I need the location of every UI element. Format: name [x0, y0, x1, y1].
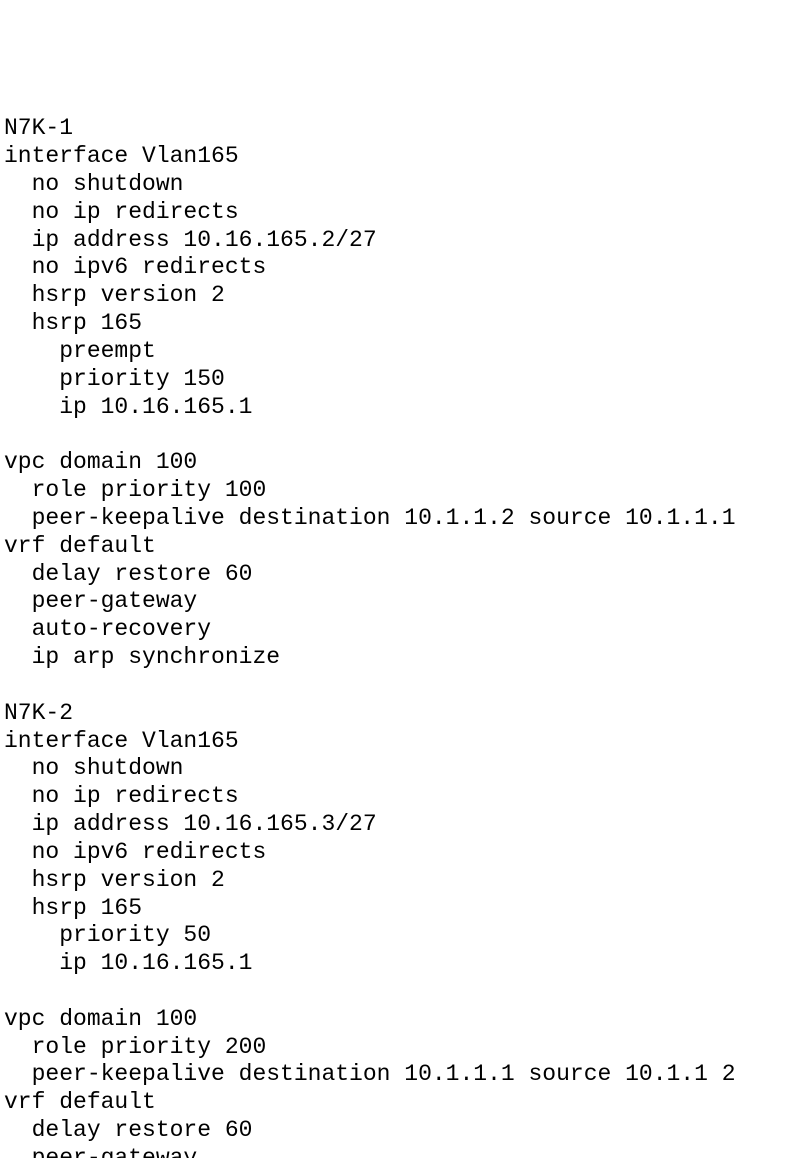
cli-config-block: N7K-1 interface Vlan165 no shutdown no i… — [0, 111, 812, 1158]
